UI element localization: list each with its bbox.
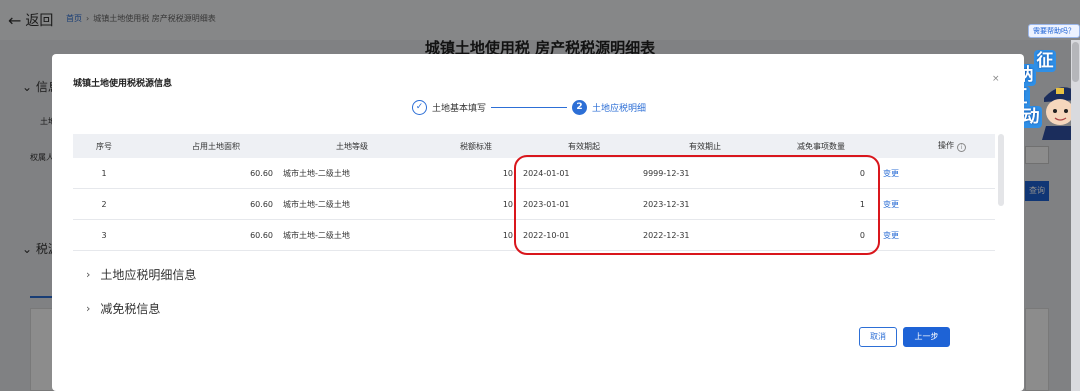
- cell-level: 城市土地-二级土地: [283, 199, 350, 209]
- cell-seq: 2: [101, 199, 107, 209]
- section-label: 土地应税明细信息: [100, 268, 197, 282]
- step-number-badge: 2: [572, 99, 588, 115]
- header-start: 有效期起: [568, 141, 600, 151]
- chevron-right-icon: ›: [86, 302, 91, 315]
- table-scrollbar[interactable]: [998, 134, 1004, 206]
- cell-rate: 10: [502, 199, 513, 209]
- header-level: 土地等级: [336, 141, 368, 151]
- land-tax-source-modal: 城镇土地使用税税源信息 × ✓ 土地基本填写 2 土地应税明细 序号 占用土地面…: [52, 54, 1024, 391]
- step-indicator: ✓ 土地基本填写 2 土地应税明细: [412, 98, 646, 116]
- page-scrollbar[interactable]: [1071, 40, 1080, 391]
- previous-step-button[interactable]: 上一步: [903, 327, 950, 347]
- header-area: 占用土地面积: [192, 141, 240, 151]
- header-end: 有效期止: [689, 141, 721, 151]
- cell-rate: 10: [502, 168, 513, 178]
- step-label: 土地基本填写: [432, 103, 487, 114]
- cell-seq: 3: [101, 230, 107, 240]
- header-seq: 序号: [96, 141, 112, 151]
- close-icon[interactable]: ×: [992, 74, 1000, 84]
- cell-rate: 10: [502, 230, 513, 240]
- change-link[interactable]: 变更: [865, 199, 995, 210]
- cell-area: 60.60: [250, 230, 273, 240]
- help-button[interactable]: 需要帮助吗？: [1028, 24, 1080, 38]
- chevron-right-icon: ›: [86, 268, 91, 281]
- header-op-label: 操作: [938, 141, 954, 150]
- cell-seq: 1: [101, 168, 107, 178]
- cell-level: 城市土地-二级土地: [283, 168, 350, 178]
- header-op: 操作 i: [865, 140, 995, 152]
- change-link[interactable]: 变更: [865, 230, 995, 241]
- section-tax-relief[interactable]: › 减免税信息: [86, 300, 160, 317]
- modal-title: 城镇土地使用税税源信息: [73, 79, 173, 89]
- cell-level: 城市土地-二级土地: [283, 230, 350, 240]
- step-land-taxable-detail[interactable]: 2 土地应税明细: [572, 99, 647, 115]
- step-land-basic[interactable]: ✓ 土地基本填写: [412, 99, 487, 115]
- step-label: 土地应税明细: [592, 103, 647, 114]
- section-land-taxable-detail[interactable]: › 土地应税明细信息: [86, 266, 196, 283]
- cancel-button[interactable]: 取消: [859, 327, 897, 347]
- section-label: 减免税信息: [100, 302, 161, 316]
- date-count-highlight: [514, 155, 880, 255]
- check-circle-icon: ✓: [412, 99, 427, 115]
- header-rate: 税额标准: [460, 141, 492, 151]
- info-icon[interactable]: i: [957, 143, 966, 152]
- scrollbar-thumb[interactable]: [1072, 42, 1079, 82]
- change-link[interactable]: 变更: [865, 168, 995, 179]
- cell-area: 60.60: [250, 199, 273, 209]
- header-count: 减免事项数量: [797, 141, 845, 151]
- mascot-char: 征: [1034, 50, 1056, 72]
- cell-area: 60.60: [250, 168, 273, 178]
- step-connector: [491, 106, 568, 108]
